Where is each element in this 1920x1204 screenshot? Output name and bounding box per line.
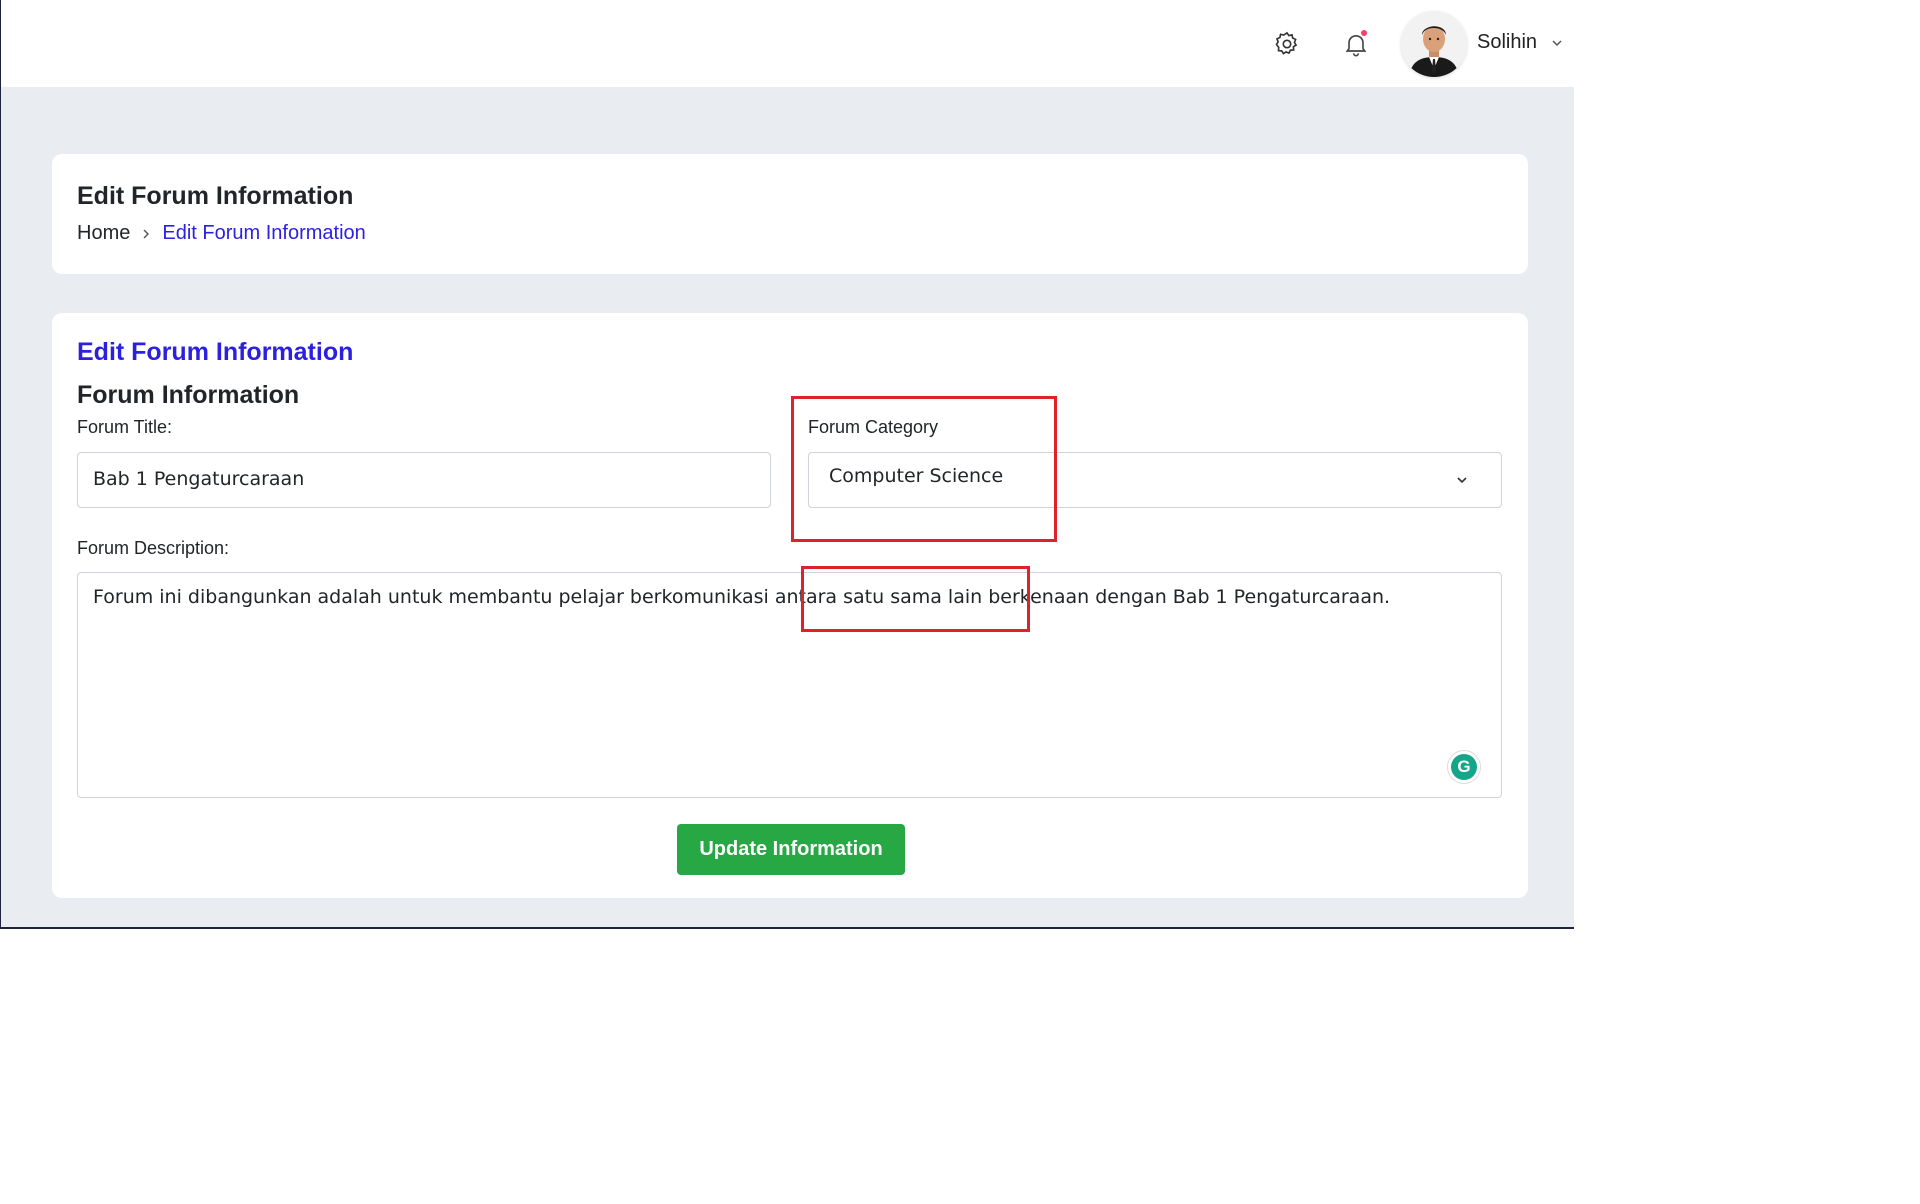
chevron-down-icon <box>1457 477 1467 484</box>
edit-forum-card: Edit Forum Information Forum Information… <box>52 313 1528 898</box>
app-frame: Solihin Edit Forum Information Home Edit… <box>0 0 1574 929</box>
forum-category-select[interactable]: Computer Science <box>808 452 1502 508</box>
bell-icon[interactable] <box>1340 28 1372 60</box>
forum-title-label: Forum Title: <box>77 417 173 437</box>
grammarly-icon[interactable]: G <box>1448 751 1480 783</box>
avatar[interactable] <box>1401 11 1467 77</box>
forum-category-label: Forum Category <box>808 417 939 437</box>
forum-description-label: Forum Description: <box>77 538 230 558</box>
breadcrumb: Home Edit Forum Information <box>77 222 366 245</box>
forum-description-textarea[interactable]: Forum ini dibangunkan adalah untuk memba… <box>77 572 1502 798</box>
chevron-down-icon[interactable] <box>1550 36 1564 50</box>
breadcrumb-home-link[interactable]: Home <box>77 222 130 245</box>
breadcrumb-current: Edit Forum Information <box>162 222 366 244</box>
forum-title-input[interactable]: Bab 1 Pengaturcaraan <box>77 452 771 508</box>
user-name[interactable]: Solihin <box>1477 31 1537 54</box>
update-information-button[interactable]: Update Information <box>677 824 905 875</box>
notification-dot <box>1361 30 1367 36</box>
page-title: Edit Forum Information <box>77 182 354 210</box>
gear-icon[interactable] <box>1271 28 1303 60</box>
section-title: Forum Information <box>77 381 300 409</box>
chevron-right-icon <box>143 229 150 238</box>
grammarly-logo: G <box>1451 754 1477 780</box>
page-header-card: Edit Forum Information Home Edit Forum I… <box>52 154 1528 274</box>
topbar: Solihin <box>1 0 1574 87</box>
forum-category-value: Computer Science <box>829 465 1004 487</box>
form-card-title: Edit Forum Information <box>77 338 354 366</box>
